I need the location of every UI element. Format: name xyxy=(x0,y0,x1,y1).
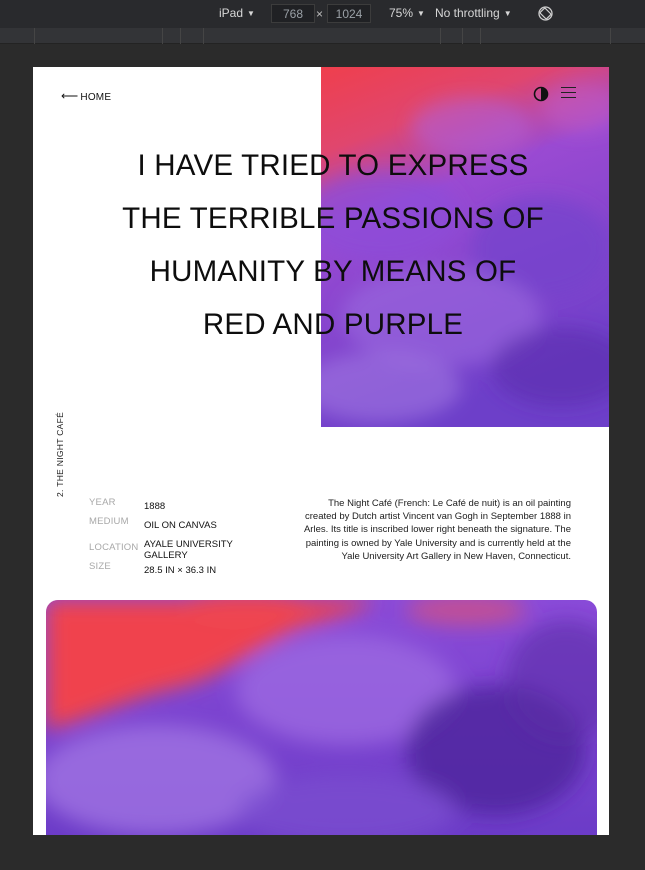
hero-quote-line: I HAVE TRIED TO EXPRESS xyxy=(137,149,529,182)
meta-value: 1888 xyxy=(144,501,166,512)
home-link[interactable]: ⟵ HOME xyxy=(61,89,111,103)
device-select-label: iPad xyxy=(219,6,244,20)
gallery-smoke-graphic xyxy=(46,600,597,835)
viewport-height-input[interactable] xyxy=(327,4,371,23)
meta-value: 28.5 IN × 36.3 IN xyxy=(144,565,217,576)
rotate-icon[interactable] xyxy=(537,5,554,22)
meta-key: YEAR xyxy=(89,497,116,508)
throttling-select[interactable]: No throttling ▼ xyxy=(435,6,512,20)
devtools-device-toolbar: iPad▼ × 75%▼ No throttling▼ xyxy=(0,0,645,28)
emulated-page: ⟵ HOME I HAVE TRIED TO EXPRESS THE TERRIB… xyxy=(33,67,609,835)
chevron-down-icon: ▼ xyxy=(503,9,512,18)
meta-key: LOCATION xyxy=(89,542,139,553)
chevron-down-icon: ▼ xyxy=(417,9,425,18)
hero-quote-line: RED AND PURPLE xyxy=(202,308,464,341)
chevron-down-icon: ▼ xyxy=(247,9,255,18)
meta-value: OIL ON CANVAS xyxy=(144,520,217,531)
section-label: 2. THE NIGHT CAFÉ xyxy=(55,411,65,497)
hero-quote: I HAVE TRIED TO EXPRESS THE TERRIBLE PAS… xyxy=(33,139,609,351)
home-link-label: HOME xyxy=(80,92,112,103)
zoom-select[interactable]: 75% ▼ xyxy=(389,6,425,20)
device-select[interactable]: iPad ▼ xyxy=(219,6,255,20)
zoom-select-label: 75% xyxy=(389,6,414,20)
meta-key: SIZE xyxy=(89,561,111,572)
meta-key: MEDIUM xyxy=(89,516,129,527)
hero-quote-line: THE TERRIBLE PASSIONS OF xyxy=(122,202,544,235)
gallery-smoke-image xyxy=(46,600,597,835)
dimension-separator: × xyxy=(316,7,324,21)
throttling-select-label: No throttling xyxy=(435,6,500,20)
media-query-ruler xyxy=(0,28,645,44)
hero-quote-line: HUMANITY BY MEANS OF xyxy=(149,255,517,288)
arrow-left-icon: ⟵ xyxy=(61,89,79,103)
contrast-icon[interactable] xyxy=(533,86,549,102)
meta-value: AYALE UNIVERSITY GALLERY xyxy=(144,539,233,561)
menu-icon[interactable] xyxy=(561,87,576,100)
artwork-description: The Night Café (French: Le Café de nuit)… xyxy=(303,498,571,562)
viewport-width-input[interactable] xyxy=(271,4,315,23)
